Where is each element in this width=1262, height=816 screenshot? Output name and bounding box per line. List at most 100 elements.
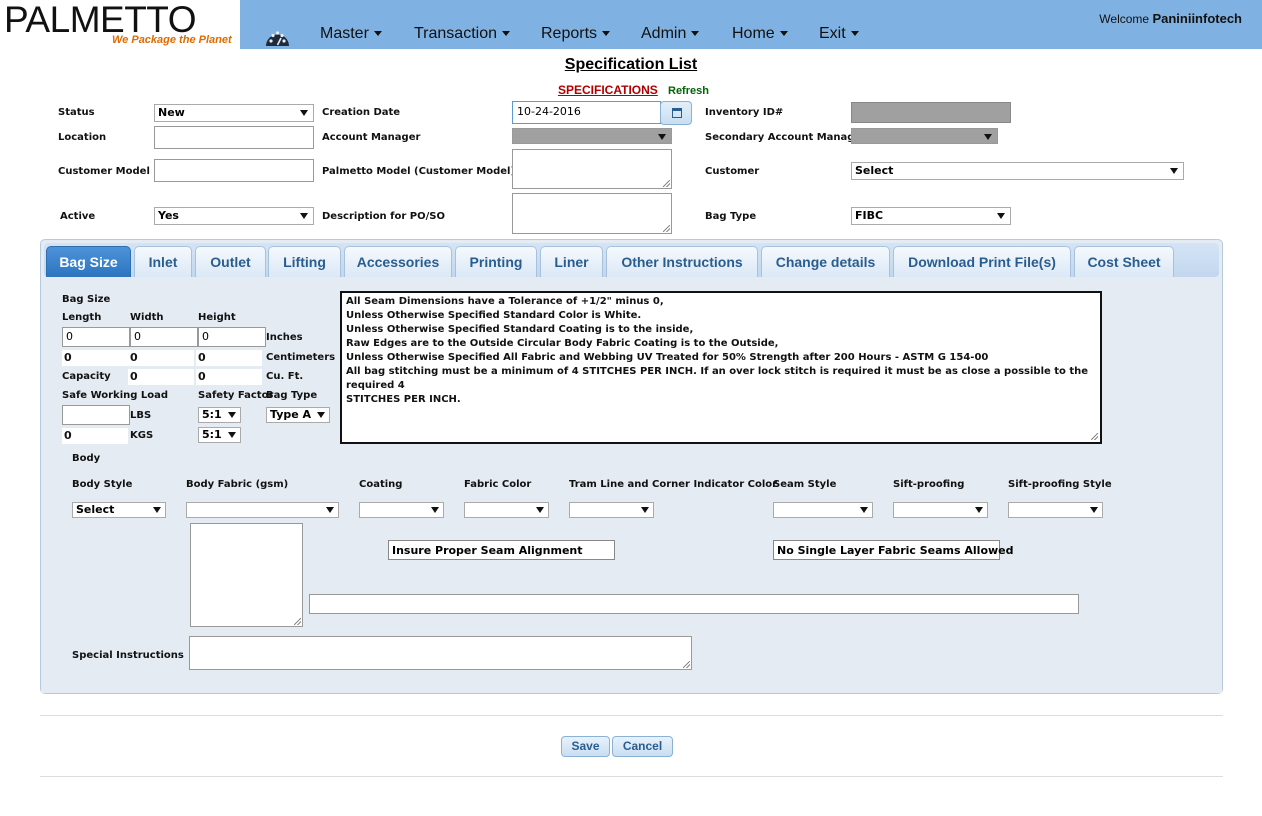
active-label: Active [60,211,96,222]
tab-printing[interactable]: Printing [455,246,537,277]
tab-download-print-files[interactable]: Download Print File(s) [893,246,1071,277]
tab-lifting[interactable]: Lifting [268,246,341,277]
fabric-color-label: Fabric Color [464,479,532,490]
dropdown-arrow-icon [431,507,439,513]
dropdown-arrow-icon [975,507,983,513]
calendar-icon [672,108,682,118]
dropdown-arrow-icon [326,507,334,513]
height-label: Height [198,312,236,323]
tab-outlet[interactable]: Outlet [195,246,266,277]
dropdown-arrow-icon [641,507,649,513]
nav-reports[interactable]: Reports [541,25,611,43]
note-line: STITCHES PER INCH. [346,394,461,405]
bag-type-inner-label: Bag Type [266,390,318,401]
length-inches-input[interactable]: 0 [62,327,130,347]
description-textarea[interactable] [512,193,672,234]
dropdown-arrow-icon [153,507,161,513]
body-notes-input[interactable] [309,594,1079,614]
safety-factor-lbs-select[interactable]: 5:1 [198,407,241,423]
note-line: Unless Otherwise Specified Standard Coat… [346,324,694,335]
dropdown-arrow-icon [860,507,868,513]
tab-bag-size[interactable]: Bag Size [46,246,131,277]
tab-liner[interactable]: Liner [540,246,603,277]
palmetto-model-textarea[interactable] [512,149,672,189]
safe-working-load-label: Safe Working Load [62,390,169,401]
seam-style-select[interactable] [773,502,873,518]
height-inches-input[interactable]: 0 [198,327,266,347]
dropdown-arrow-icon [536,507,544,513]
kgs-value: 0 [62,428,128,444]
customer-model-input[interactable] [154,159,314,182]
secondary-account-manager-select[interactable] [851,128,998,144]
logo[interactable]: PALMETTO We Package the Planet [0,0,240,49]
tab-change-details[interactable]: Change details [761,246,890,277]
customer-select[interactable]: Select [851,162,1184,180]
sift-proofing-select[interactable] [893,502,988,518]
specifications-link[interactable]: SPECIFICATIONS [558,83,658,97]
account-manager-select[interactable] [512,128,672,144]
body-fabric-select[interactable] [186,502,339,518]
special-instructions-textarea[interactable] [189,636,692,670]
height-cm-value: 0 [196,350,262,366]
safe-working-load-input[interactable] [62,405,130,425]
inches-label: Inches [266,332,303,343]
tab-inlet[interactable]: Inlet [134,246,192,277]
sift-proofing-style-select[interactable] [1008,502,1103,518]
tab-other-instructions[interactable]: Other Instructions [606,246,758,277]
no-single-layer-text[interactable]: No Single Layer Fabric Seams Allowed [773,540,1014,560]
tram-line-select[interactable] [569,502,654,518]
sift-proofing-label: Sift-proofing [893,479,965,490]
length-label: Length [62,312,102,323]
lbs-label: LBS [130,410,152,421]
nav-exit[interactable]: Exit [819,25,859,43]
caret-down-icon [502,31,510,37]
caret-down-icon [779,31,788,37]
safety-factor-label: Safety Factor [198,390,274,401]
note-line: Unless Otherwise Specified All Fabric an… [346,352,989,363]
customer-model-label: Customer Model # [58,166,162,177]
dropdown-arrow-icon [1170,168,1178,174]
body-fabric-notes-textarea[interactable] [190,523,303,627]
coating-select[interactable] [359,502,444,518]
active-select[interactable]: Yes [154,207,314,225]
location-input[interactable] [154,126,314,149]
save-button[interactable]: Save [561,736,610,757]
tab-accessories[interactable]: Accessories [344,246,452,277]
nav-home[interactable]: Home [732,25,788,43]
sift-proofing-style-label: Sift-proofing Style [1008,479,1112,490]
width-label: Width [130,312,164,323]
palmetto-model-label: Palmetto Model (Customer Model)# [322,166,524,177]
width-inches-input[interactable]: 0 [130,327,198,347]
capacity-value-b: 0 [196,369,262,385]
tab-cost-sheet[interactable]: Cost Sheet [1074,246,1174,277]
centimeters-label: Centimeters [266,352,336,363]
capacity-label: Capacity [62,371,111,382]
calendar-button[interactable] [660,101,692,125]
standard-notes-textarea[interactable]: All Seam Dimensions have a Tolerance of … [340,291,1102,444]
safety-factor-kgs-select[interactable]: 5:1 [198,427,241,443]
cancel-button[interactable]: Cancel [612,736,673,757]
note-line: Raw Edges are to the Outside Circular Bo… [346,338,779,349]
body-style-select[interactable]: Select [72,502,166,518]
nav-admin[interactable]: Admin [641,25,700,43]
refresh-link[interactable]: Refresh [668,85,709,97]
description-label: Description for PO/SO [322,211,445,222]
welcome-message: Welcome Paniniinfotech [1099,11,1242,26]
nav-transaction[interactable]: Transaction [414,25,510,43]
seam-alignment-text[interactable]: Insure Proper Seam Alignment [388,540,615,560]
dropdown-arrow-icon [300,213,308,219]
nav-master[interactable]: Master [320,25,382,43]
creation-date-input[interactable]: 10-24-2016 [512,101,661,124]
resize-handle-icon[interactable] [1091,433,1098,440]
kgs-label: KGS [130,430,154,441]
dropdown-arrow-icon [300,110,308,116]
fabric-color-select[interactable] [464,502,549,518]
bag-type-inner-select[interactable]: Type A [266,407,330,423]
status-select[interactable]: New [154,104,314,122]
dashboard-gauge-icon[interactable] [264,26,291,48]
bag-type-select[interactable]: FIBC [851,207,1011,225]
dropdown-arrow-icon [984,134,992,140]
cubic-feet-label: Cu. Ft. [266,371,304,382]
secondary-account-manager-label: Secondary Account Manager [705,132,867,143]
inventory-id-input[interactable] [851,102,1011,123]
